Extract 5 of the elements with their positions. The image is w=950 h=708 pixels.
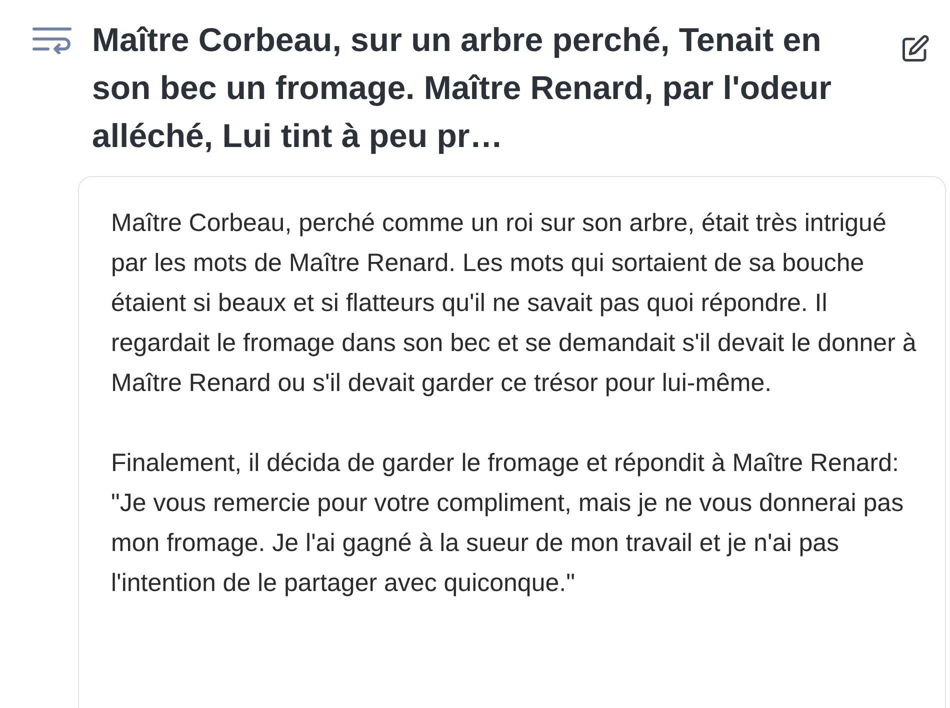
- wrap-text-icon[interactable]: [32, 26, 72, 54]
- message-paragraph: Maître Corbeau, perché comme un roi sur son arbre, était très intrigué par les mots de Maître Renard. Les mots qui sortaient de sa bouche étaient si beaux et si flatteurs qu'il ne savait pas quoi répondre. Il regardait le fromage dans son bec et se demandait s'il devait le donner à Maître Renard ou s'il devait garder ce trésor pour lui-même.: [111, 208, 918, 399]
- message-paragraph: Finalement, il décida de garder le fromage et répondit à Maître Renard: "Je vous remercie pour votre compliment, mais je ne vous donnerai pas mon fromage. Je l'ai gagné à la sueur de mon travail et je n'ai pas l'intention de le partager avec quiconque.": [111, 448, 905, 599]
- conversation-title: Maître Corbeau, sur un arbre perché, Tenait en son bec un fromage. Maître Renard, par l'odeur alléché, Lui tint à peu pr…: [92, 20, 832, 156]
- edit-icon[interactable]: [900, 34, 930, 64]
